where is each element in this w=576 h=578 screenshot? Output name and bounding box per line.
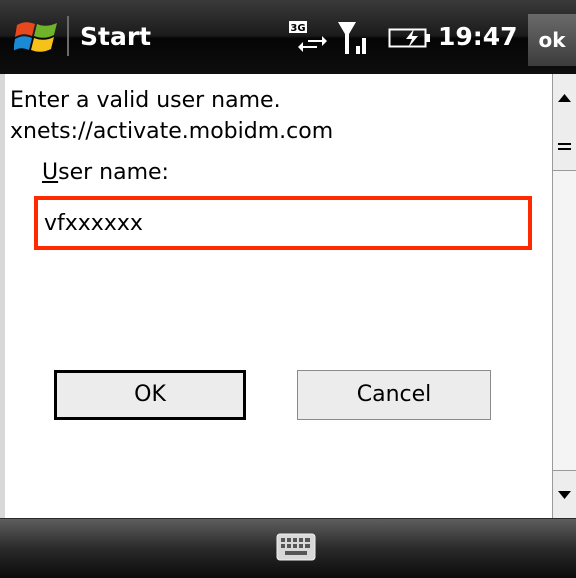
start-title[interactable]: Start (80, 22, 151, 51)
scroll-up-button[interactable] (553, 74, 576, 123)
dialog-content: Enter a valid user name. xnets://activat… (0, 74, 576, 519)
server-url: xnets://activate.mobidm.com (10, 119, 334, 144)
username-highlight (34, 196, 532, 250)
title-bar: Start 3G 19:47 ok (0, 0, 576, 74)
cancel-button[interactable]: Cancel (297, 370, 491, 420)
windows-flag-icon[interactable] (14, 16, 60, 56)
ok-button[interactable]: OK (54, 370, 246, 420)
arrow-up-icon (558, 94, 571, 102)
scroll-thumb[interactable] (553, 122, 576, 171)
network-badge: 3G (290, 23, 305, 34)
ok-softkey-button[interactable]: ok (528, 14, 576, 66)
vertical-scrollbar[interactable] (552, 74, 576, 519)
username-label-accesskey: U (42, 160, 59, 185)
keyboard-icon[interactable] (276, 533, 316, 561)
3g-data-icon: 3G (289, 21, 327, 52)
grip-icon (558, 143, 571, 150)
signal-strength-icon (338, 22, 366, 54)
username-label-text: ser name: (58, 160, 169, 185)
username-input[interactable] (42, 204, 528, 242)
arrow-down-icon (558, 491, 571, 499)
username-label: User name: (42, 160, 169, 185)
left-border (0, 74, 5, 518)
scroll-down-button[interactable] (553, 470, 576, 519)
title-separator (67, 16, 69, 56)
error-message: Enter a valid user name. (10, 88, 281, 113)
bottom-bar (0, 518, 576, 578)
clock[interactable]: 19:47 (438, 22, 518, 51)
battery-charging-icon (388, 28, 430, 48)
